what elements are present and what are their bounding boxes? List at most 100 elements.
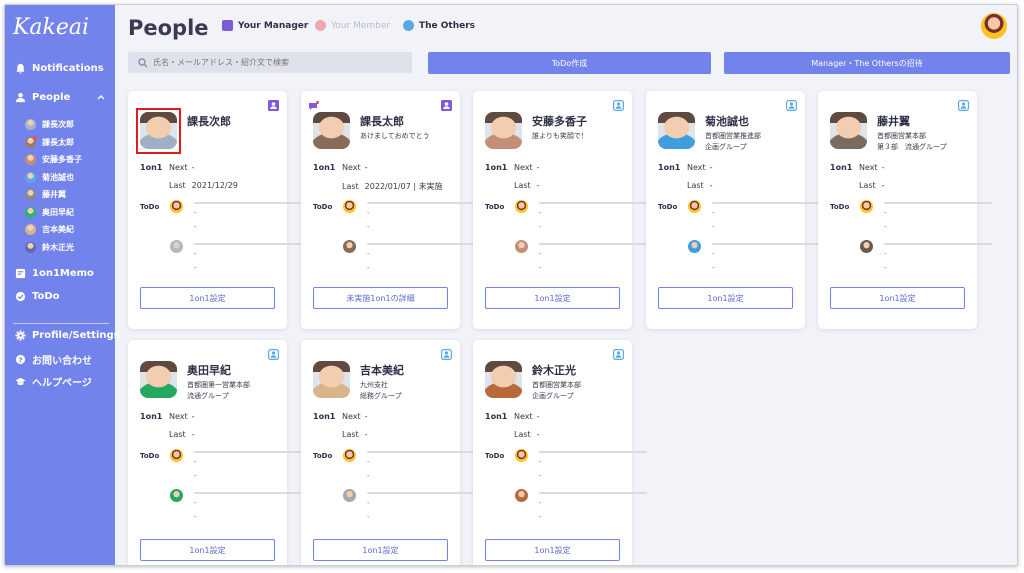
- sidebar-member-item[interactable]: 安藤多香子: [25, 154, 82, 165]
- todo-assignee-avatar: [860, 200, 873, 213]
- todo-item: -: [539, 458, 542, 466]
- person-name[interactable]: 藤井翼: [877, 113, 910, 129]
- nav-label: People: [32, 92, 71, 103]
- oneonone-setting-button[interactable]: 1on1設定: [485, 287, 620, 309]
- todo-assignee-avatar: [515, 489, 528, 502]
- profile-photo: [830, 112, 867, 149]
- nav-help[interactable]: ヘルプページ: [15, 374, 92, 389]
- nav-profile-settings[interactable]: Profile/Settings: [15, 330, 120, 341]
- todo-label: ToDo: [658, 203, 678, 211]
- next-row: Next -: [169, 412, 195, 421]
- chat-notification-icon[interactable]: [308, 97, 320, 110]
- profile-photo: [140, 361, 177, 398]
- profile-photo: [313, 361, 350, 398]
- todo-assignee-avatar: [343, 240, 356, 253]
- todo-item: -: [367, 513, 370, 521]
- oneonone-setting-button[interactable]: 1on1設定: [658, 287, 793, 309]
- person-name[interactable]: 安藤多香子: [532, 113, 587, 129]
- filter-the-others[interactable]: The Others: [403, 20, 475, 31]
- oneonone-setting-button[interactable]: 1on1設定: [313, 539, 448, 561]
- todo-progress-bar: [539, 451, 647, 453]
- todo-progress-bar: [539, 243, 647, 245]
- todo-assignee-avatar: [688, 240, 701, 253]
- gear-icon: [15, 330, 26, 341]
- nav-contact[interactable]: ? お問い合わせ: [15, 352, 92, 367]
- todo-item: -: [884, 264, 887, 272]
- next-label: Next: [169, 412, 188, 421]
- person-name[interactable]: 菊池誠也: [705, 113, 749, 129]
- sidebar-member-item[interactable]: 奥田早紀: [25, 206, 74, 218]
- next-label: Next: [687, 163, 706, 172]
- todo-item: -: [194, 472, 197, 480]
- oneonone-label: 1on1: [658, 163, 681, 172]
- todo-label: ToDo: [313, 452, 333, 460]
- oneonone-label: 1on1: [140, 412, 163, 421]
- sidebar-member-item[interactable]: 菊池誠也: [25, 171, 74, 183]
- person-name[interactable]: 吉本美紀: [360, 362, 404, 378]
- nav-todo[interactable]: ToDo: [15, 291, 60, 302]
- todo-progress-bar: [194, 202, 302, 204]
- next-label: Next: [169, 163, 188, 172]
- nav-notifications[interactable]: Notifications: [15, 63, 104, 74]
- todo-create-button[interactable]: ToDo作成: [428, 52, 711, 74]
- user-avatar[interactable]: [981, 13, 1007, 39]
- todo-item: -: [539, 250, 542, 258]
- oneonone-setting-button[interactable]: 1on1設定: [830, 287, 965, 309]
- sidebar-member-item[interactable]: 藤井翼: [25, 189, 66, 200]
- sidebar-member-item[interactable]: 吉本美紀: [25, 224, 74, 235]
- person-name[interactable]: 課長太郎: [360, 113, 404, 129]
- todo-label: ToDo: [313, 203, 333, 211]
- oneonone-setting-button[interactable]: 1on1設定: [485, 539, 620, 561]
- last-label: Last: [687, 181, 704, 190]
- person-card: 吉本美紀 九州支社 総務グループ 1on1 Next - Last - ToDo - - - -1on1…: [301, 340, 475, 565]
- check-circle-icon: [15, 291, 26, 302]
- oneonone-setting-button[interactable]: 1on1設定: [140, 539, 275, 561]
- others-badge-icon: [613, 96, 625, 112]
- todo-label: ToDo: [140, 452, 160, 460]
- app-window: Kakeai Notifications People 課長次郎 課長太郎 安藤多香…: [4, 4, 1018, 566]
- sidebar-member-item[interactable]: 課長太郎: [25, 135, 74, 148]
- others-badge-icon: [958, 96, 970, 112]
- filter-your-manager[interactable]: Your Manager: [222, 20, 308, 31]
- person-name[interactable]: 奥田早紀: [187, 362, 231, 378]
- last-value: -: [881, 181, 885, 190]
- person-name[interactable]: 鈴木正光: [532, 362, 576, 378]
- person-name[interactable]: 課長次郎: [187, 113, 231, 129]
- nav-label: ヘルプページ: [32, 378, 92, 389]
- oneonone-label: 1on1: [140, 163, 163, 172]
- last-value: -: [536, 430, 540, 439]
- last-row: Last -: [342, 430, 368, 439]
- sidebar-member-item[interactable]: 課長次郎: [25, 119, 74, 130]
- nav-people[interactable]: People: [15, 92, 70, 103]
- next-value: -: [364, 412, 368, 421]
- todo-label: ToDo: [485, 452, 505, 460]
- person-card: 菊池誠也 首都圏営業推進部 企画グループ 1on1 Next - Last - ToDo - - - -…: [646, 91, 820, 329]
- nav-1on1memo[interactable]: 1on1Memo: [15, 268, 94, 279]
- filter-your-member[interactable]: Your Member: [315, 20, 390, 31]
- todo-item: -: [367, 223, 370, 231]
- todo-assignee-avatar: [170, 449, 183, 462]
- oneonone-setting-button[interactable]: 未実施1on1の詳細: [313, 287, 448, 309]
- sidebar-member-item[interactable]: 鈴木正光: [25, 241, 74, 253]
- last-value: -: [191, 430, 195, 439]
- photo-highlight-box: [136, 108, 181, 154]
- avatar: [25, 154, 36, 165]
- last-value: -: [364, 430, 368, 439]
- oneonone-setting-button[interactable]: 1on1設定: [140, 287, 275, 309]
- invite-button[interactable]: Manager・The Othersの招待: [724, 52, 1010, 74]
- todo-assignee-avatar: [860, 240, 873, 253]
- next-row: Next -: [687, 163, 713, 172]
- chevron-up-icon[interactable]: [97, 93, 105, 101]
- next-value: -: [536, 412, 540, 421]
- avatar: [25, 119, 36, 130]
- todo-item: -: [539, 499, 542, 507]
- next-row: Next -: [169, 163, 195, 172]
- next-label: Next: [859, 163, 878, 172]
- person-card: 課長次郎 1on1 Next - Last 2021/12/29 ToDo - - - -1on1設…: [128, 91, 302, 329]
- person-card: 鈴木正光 首都圏営業本部 企画グループ 1on1 Next - Last - ToDo - - - -1…: [473, 340, 647, 565]
- search-input[interactable]: [153, 58, 393, 67]
- search-box[interactable]: [128, 52, 412, 73]
- todo-item: -: [884, 209, 887, 217]
- last-label: Last: [514, 430, 531, 439]
- last-row: Last -: [859, 181, 885, 190]
